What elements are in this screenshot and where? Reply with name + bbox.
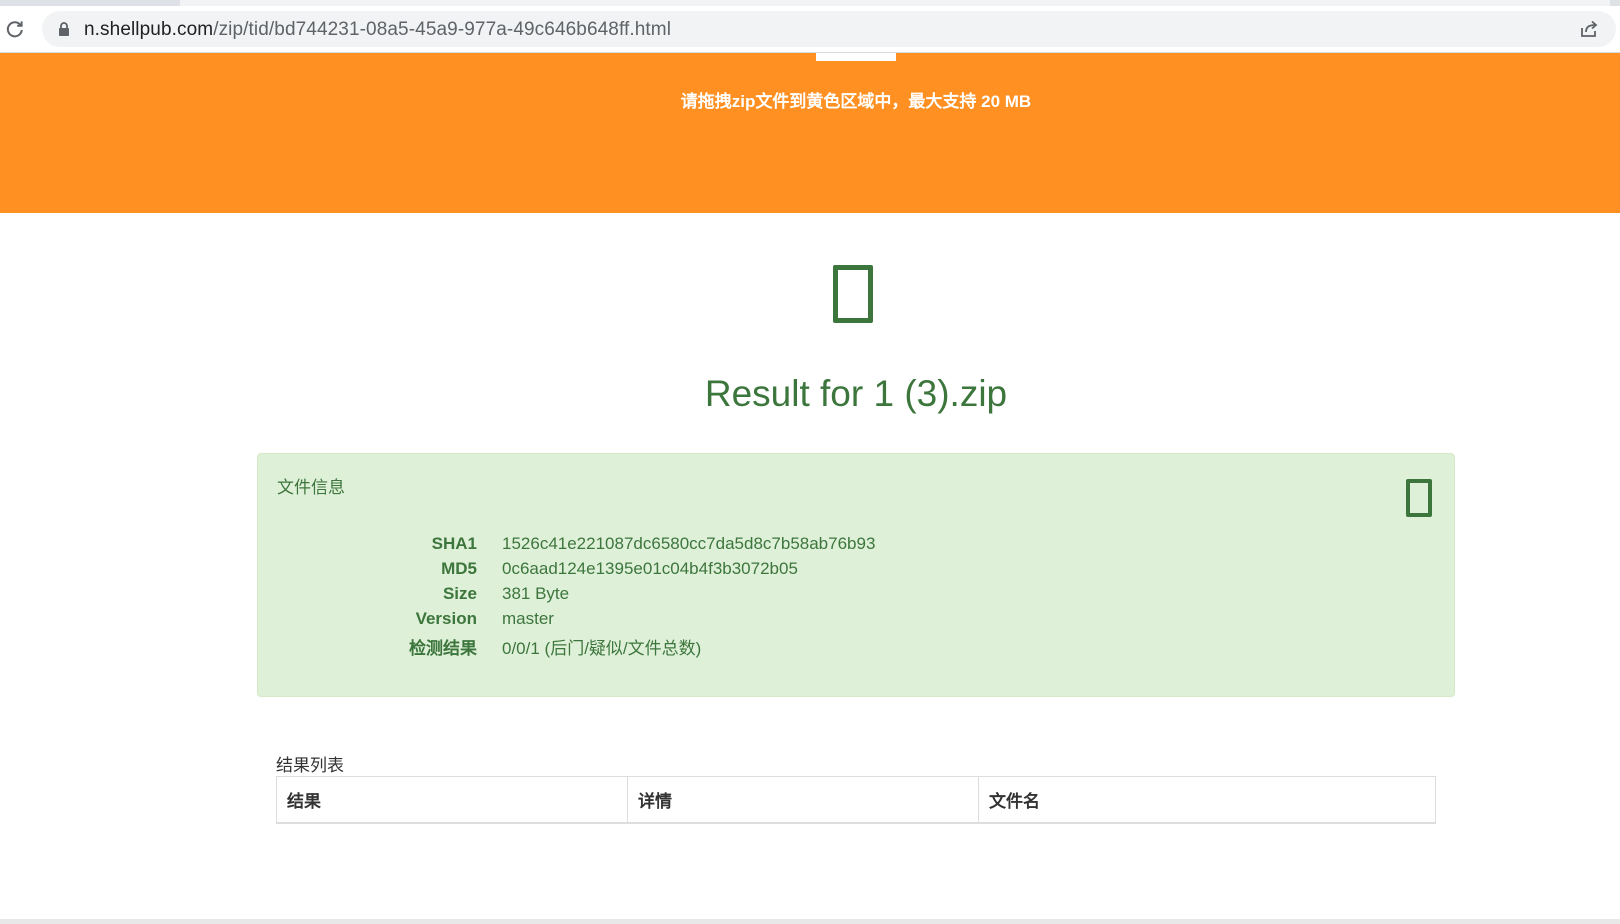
table-header-row: 结果 详情 文件名 <box>276 776 1436 824</box>
lock-icon[interactable] <box>56 21 72 37</box>
column-header-filename: 文件名 <box>978 776 1436 824</box>
info-row-md5: MD5 0c6aad124e1395e01c04b4f3b3072b05 <box>258 559 1258 584</box>
file-info-panel: 文件信息 SHA1 1526c41e221087dc6580cc7da5d8c7… <box>257 453 1455 697</box>
reload-icon[interactable] <box>2 16 28 42</box>
info-row-sha1: SHA1 1526c41e221087dc6580cc7da5d8c7b58ab… <box>258 534 1258 559</box>
column-header-details: 详情 <box>627 776 979 824</box>
info-value: master <box>502 609 554 628</box>
browser-toolbar: n.shellpub.com/zip/tid/bd744231-08a5-45a… <box>0 6 1620 53</box>
info-value: 381 Byte <box>502 584 570 603</box>
info-value: 0/0/1 (后门/疑似/文件总数) <box>502 639 702 658</box>
info-row-version: Version master <box>258 609 1258 634</box>
address-bar[interactable]: n.shellpub.com/zip/tid/bd744231-08a5-45a… <box>42 11 1616 47</box>
info-key: Version <box>415 609 477 628</box>
results-list-caption: 结果列表 <box>276 756 344 775</box>
info-value: 1526c41e221087dc6580cc7da5d8c7b58ab76b93 <box>502 534 876 553</box>
file-icon <box>1406 479 1432 517</box>
info-key: MD5 <box>441 559 477 578</box>
info-row-size: Size 381 Byte <box>258 584 1258 609</box>
results-table: 结果 详情 文件名 <box>276 776 1436 824</box>
upload-icon <box>816 53 896 61</box>
info-key: SHA1 <box>431 534 477 553</box>
info-value: 0c6aad124e1395e01c04b4f3b3072b05 <box>502 559 798 578</box>
url-text[interactable]: n.shellpub.com/zip/tid/bd744231-08a5-45a… <box>84 19 671 41</box>
file-icon <box>833 265 873 323</box>
info-key: Size <box>442 584 477 603</box>
page-title: Result for 1 (3).zip <box>704 373 1008 414</box>
upload-instruction: 请拖拽zip文件到黄色区域中，最大支持 20 MB <box>680 92 1032 111</box>
file-info-title: 文件信息 <box>277 478 345 497</box>
page-viewport: 请拖拽zip文件到黄色区域中，最大支持 20 MB Result for 1 (… <box>0 53 1620 919</box>
url-host: n.shellpub.com <box>84 19 214 40</box>
column-header-result: 结果 <box>276 776 628 824</box>
info-key: 检测结果 <box>409 639 477 658</box>
upload-drop-zone[interactable]: 请拖拽zip文件到黄色区域中，最大支持 20 MB <box>0 53 1620 213</box>
url-path: /zip/tid/bd744231-08a5-45a9-977a-49c646b… <box>213 19 672 40</box>
info-row-scan-result: 检测结果 0/0/1 (后门/疑似/文件总数) <box>258 634 1258 659</box>
share-icon[interactable] <box>1578 18 1602 42</box>
page-bottom-divider <box>0 919 1620 924</box>
